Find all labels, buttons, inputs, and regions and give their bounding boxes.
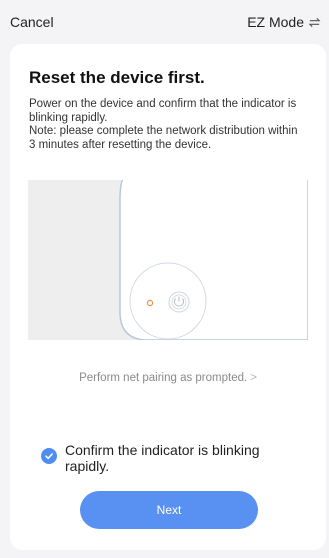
reset-instructions-card: Reset the device first. Power on the dev… xyxy=(10,44,326,550)
confirm-label: Confirm the indicator is blinking rapidl… xyxy=(65,442,260,474)
chevron-right-icon: > xyxy=(250,372,257,384)
ez-mode-switch[interactable]: EZ Mode xyxy=(247,14,321,30)
swap-arrows-icon xyxy=(308,17,321,27)
instructions-text: Power on the device and confirm that the… xyxy=(29,98,299,152)
top-bar: Cancel EZ Mode xyxy=(0,0,329,44)
net-pairing-link-label: Perform net pairing as prompted. xyxy=(79,372,248,384)
cancel-button[interactable]: Cancel xyxy=(10,14,54,30)
net-pairing-link[interactable]: Perform net pairing as prompted. > xyxy=(10,372,326,384)
next-button[interactable]: Next xyxy=(80,491,258,529)
instruction-line: Power on the device and confirm that the… xyxy=(29,98,297,124)
note-line: Note: please complete the network distri… xyxy=(29,125,298,151)
page-title: Reset the device first. xyxy=(29,68,205,87)
confirm-indicator-checkbox[interactable]: Confirm the indicator is blinking rapidl… xyxy=(41,442,301,474)
device-reset-illustration xyxy=(28,180,308,340)
check-icon[interactable] xyxy=(41,448,57,464)
mode-label: EZ Mode xyxy=(247,14,304,30)
